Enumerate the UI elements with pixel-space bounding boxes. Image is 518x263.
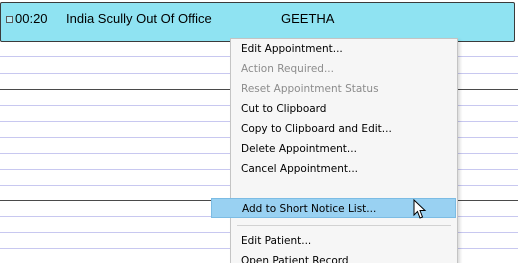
menu-item-reset-appointment-status: Reset Appointment Status xyxy=(241,83,379,95)
menu-item-cut-to-clipboard[interactable]: Cut to Clipboard xyxy=(231,99,457,119)
menu-separator xyxy=(237,225,451,226)
appointment-checkbox[interactable] xyxy=(6,16,13,23)
appointment-clinician: GEETHA xyxy=(281,11,335,26)
mouse-pointer-icon xyxy=(413,199,427,219)
menu-item-edit-appointment[interactable]: Edit Appointment... xyxy=(231,39,457,59)
menu-item-copy-to-clipboard-and-edit[interactable]: Copy to Clipboard and Edit... xyxy=(231,119,457,139)
appointment-block[interactable]: 00:20 India Scully Out Of Office GEETHA xyxy=(0,2,515,42)
menu-item-delete-appointment[interactable]: Delete Appointment... xyxy=(231,139,457,159)
menu-item-open-patient-record[interactable]: Open Patient Record xyxy=(231,251,457,263)
appointment-description: India Scully Out Of Office xyxy=(66,11,212,26)
menu-item-action-required: Action Required... xyxy=(241,63,334,75)
menu-item-edit-patient[interactable]: Edit Patient... xyxy=(231,231,457,251)
menu-item-cancel-appointment[interactable]: Cancel Appointment... xyxy=(231,159,457,179)
appointment-context-menu: Edit Appointment... Action Required... R… xyxy=(211,38,458,263)
appointment-book: 00:20 India Scully Out Of Office GEETHA … xyxy=(0,0,518,263)
appointment-time: 00:20 xyxy=(15,11,48,26)
